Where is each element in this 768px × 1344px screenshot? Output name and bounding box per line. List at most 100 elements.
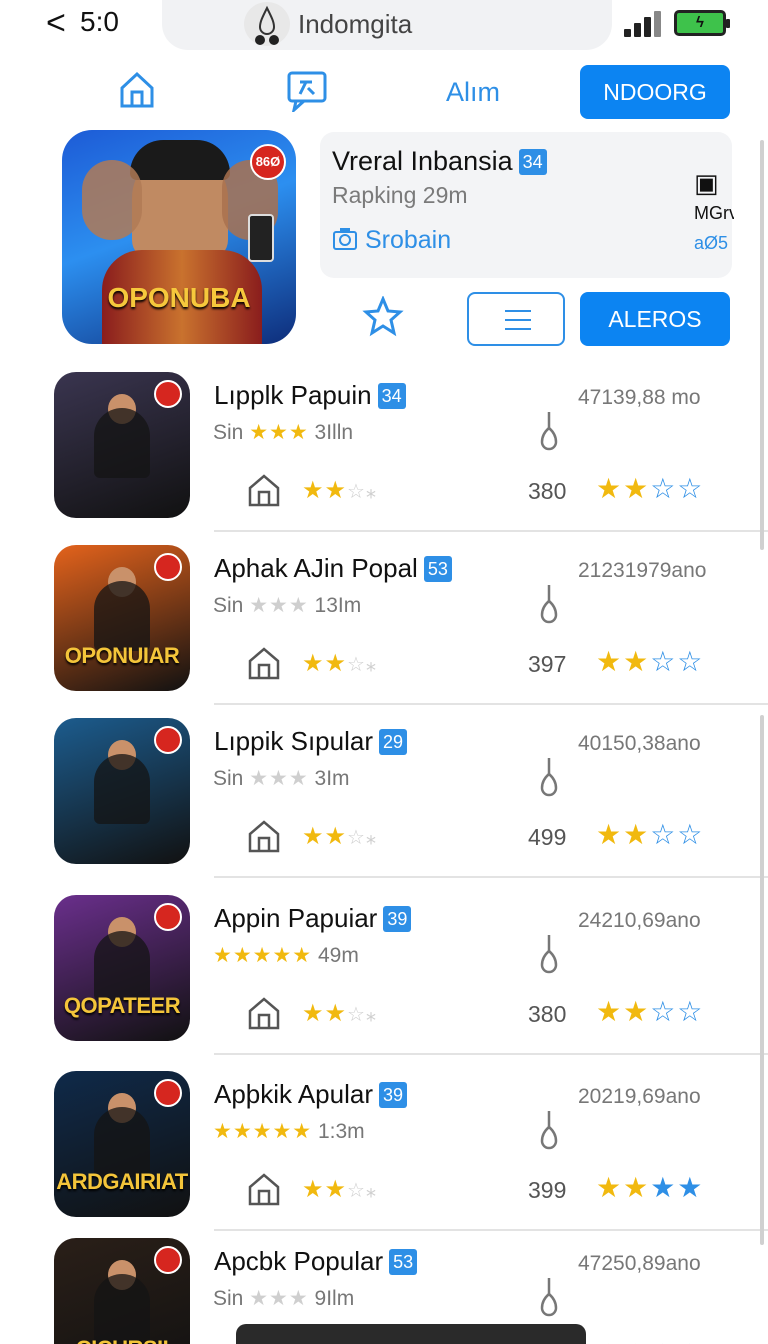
site-favicon-icon [244, 2, 290, 46]
review-count: 380 [528, 1001, 567, 1027]
rate-stars-control[interactable]: ★★☆☆ [596, 645, 704, 678]
app-subline: Sin ★★★ 9Ilm [213, 1287, 355, 1310]
app-badge: 53 [423, 556, 452, 582]
home-icon[interactable] [246, 645, 282, 681]
download-pin-icon[interactable] [536, 756, 562, 798]
home-icon[interactable] [246, 1171, 282, 1207]
battery-icon: ϟ [674, 10, 730, 36]
list-item[interactable]: Lıppik Sıpular 29 Sin ★★★ 3Im 40150,38ano… [0, 718, 768, 890]
app-cover-caption: QOPATEER [63, 993, 181, 1018]
app-metric: 21231979ano [578, 559, 707, 582]
rate-stars-control[interactable]: ★★☆☆ [596, 995, 704, 1028]
app-cover-image[interactable]: QOPATEER [54, 895, 190, 1041]
tab-alim[interactable]: Alım [446, 77, 500, 108]
featured-side-icon: ▣ [694, 168, 719, 198]
rate-stars-control[interactable]: ★★☆☆ [596, 1338, 704, 1344]
app-badge: 39 [378, 1082, 408, 1108]
scrollbar[interactable] [760, 715, 764, 1245]
ndoorg-button[interactable]: NDOORG [580, 65, 730, 119]
app-title[interactable]: Lıpplk Papuin 34 [214, 380, 406, 411]
featured-badge: 86Ø [250, 144, 286, 180]
mini-rating-stars: ★★☆⁎ [302, 1176, 377, 1203]
app-cover-badge [154, 380, 182, 408]
app-title[interactable]: Lıppik Sıpular 29 [214, 726, 408, 757]
app-cover-badge [154, 1079, 182, 1107]
pin-icon[interactable] [362, 295, 404, 338]
list-item[interactable]: OPONUIAR Aphak AJin Popal 53 Sin ★★★ 13Im… [0, 545, 768, 717]
download-pin-icon[interactable] [536, 1276, 562, 1318]
app-cover-badge [154, 726, 182, 754]
site-name[interactable]: Indomgita [298, 9, 412, 40]
download-pin-icon[interactable] [536, 583, 562, 625]
app-badge: 53 [389, 1249, 418, 1275]
scrollbar[interactable] [760, 140, 764, 550]
status-bar: < 5:0 Indomgita ϟ [0, 0, 768, 50]
mini-rating-stars: ★★☆⁎ [302, 1000, 377, 1027]
featured-title-badge: 34 [518, 149, 547, 175]
download-pin-icon[interactable] [536, 933, 562, 975]
review-count: 399 [528, 1177, 567, 1203]
mini-rating-stars: ★★☆⁎ [302, 650, 377, 677]
review-count: 380 [528, 478, 567, 504]
download-pin-icon[interactable] [536, 410, 562, 452]
app-subline: Sin ★★★ 3Im [213, 767, 350, 790]
download-pin-icon[interactable] [536, 1109, 562, 1151]
app-title[interactable]: Appin Papuiar 39 [214, 903, 412, 934]
app-cover-caption: ARDGAIRIAT [56, 1169, 188, 1194]
app-badge: 39 [383, 906, 412, 932]
review-count: 397 [528, 651, 567, 677]
divider [214, 530, 768, 532]
featured-link[interactable]: Srobain [332, 226, 451, 255]
app-cover-badge [154, 903, 182, 931]
app-cover-image[interactable]: ARDGAIRIAT [54, 1071, 190, 1217]
divider [214, 1053, 768, 1055]
home-indicator-bar[interactable] [236, 1324, 586, 1344]
featured-cover-image[interactable]: 86Ø OPONUBA [62, 130, 296, 344]
mini-rating-stars: ★★☆⁎ [302, 477, 377, 504]
menu-button[interactable] [467, 292, 565, 346]
app-cover-caption: CICURSII [54, 1336, 190, 1344]
app-metric: 47139,88 mo [578, 386, 701, 409]
app-title[interactable]: Apcbk Popular 53 [214, 1246, 418, 1277]
app-cover-image[interactable] [54, 372, 190, 518]
review-count: 499 [528, 824, 567, 850]
home-icon[interactable] [246, 472, 282, 508]
featured-cover-caption: OPONUBA [107, 282, 251, 313]
app-title[interactable]: Aphak AJin Popal 53 [214, 553, 452, 584]
aleros-button[interactable]: ALEROS [580, 292, 730, 346]
featured-side-info: ▣ MGrv aØ5 [694, 168, 734, 253]
divider [214, 876, 768, 878]
list-item[interactable]: Lıpplk Papuin 34 Sin ★★★ 3Illn 47139,88 m… [0, 372, 768, 544]
home-icon[interactable] [118, 70, 156, 110]
app-cover-image[interactable] [54, 718, 190, 864]
list-item[interactable]: QOPATEER Appin Papuiar 39 ★★★★★ 49m 24210… [0, 895, 768, 1067]
featured-subtitle: Rapking 29m [332, 182, 468, 208]
mini-rating-stars: ★★☆⁎ [302, 823, 377, 850]
app-subline: ★★★★★ 1:3m [213, 1120, 365, 1143]
rate-stars-control[interactable]: ★★☆☆ [596, 472, 704, 505]
app-cover-badge [154, 553, 182, 581]
home-icon[interactable] [246, 818, 282, 854]
signal-icon [624, 11, 664, 37]
app-cover-image[interactable]: CICURSII [54, 1238, 190, 1344]
featured-title: Vreral Inbansia 34 [332, 146, 547, 177]
clock: 5:0 [80, 6, 119, 37]
chat-icon[interactable] [286, 70, 328, 115]
app-title[interactable]: Apþkik Apular 39 [214, 1079, 408, 1110]
app-badge: 34 [377, 383, 406, 409]
app-cover-image[interactable]: OPONUIAR [54, 545, 190, 691]
rate-stars-control[interactable]: ★★★★ [596, 1171, 704, 1204]
app-subline: ★★★★★ 49m [213, 944, 359, 967]
app-metric: 20219,69ano [578, 1085, 701, 1108]
app-badge: 29 [378, 729, 408, 755]
home-icon[interactable] [246, 995, 282, 1031]
camera-icon [333, 228, 357, 250]
app-subline: Sin ★★★ 3Illn [213, 421, 354, 444]
app-metric: 24210,69ano [578, 909, 701, 932]
rate-stars-control[interactable]: ★★☆☆ [596, 818, 704, 851]
app-metric: 47250,89ano [578, 1252, 701, 1275]
divider [214, 1229, 768, 1231]
back-chevron-icon[interactable]: < [46, 4, 66, 43]
divider [214, 703, 768, 705]
list-item[interactable]: ARDGAIRIAT Apþkik Apular 39 ★★★★★ 1:3m 20… [0, 1071, 768, 1243]
